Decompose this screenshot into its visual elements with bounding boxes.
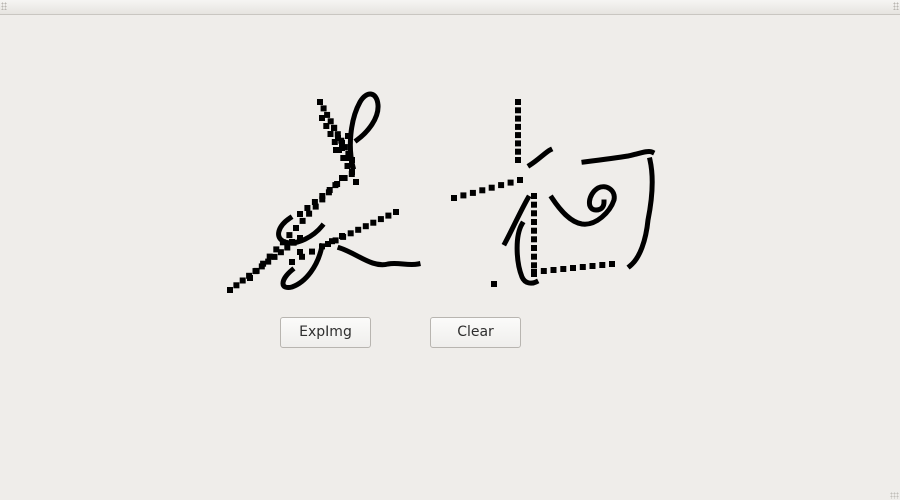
signature-dot	[297, 211, 303, 217]
left-grip-icon	[1, 2, 7, 10]
signature-dots	[227, 99, 615, 293]
signature-dot	[377, 216, 384, 223]
signature-dot	[347, 230, 354, 237]
signature-dot	[362, 223, 369, 230]
signature-dot	[393, 209, 399, 215]
signature-dot	[531, 269, 537, 275]
export-image-button[interactable]: ExpImg	[280, 317, 371, 348]
resize-grip-icon[interactable]	[890, 492, 899, 499]
signature-dot	[297, 235, 303, 241]
signature-dot	[284, 244, 291, 251]
signature-dot	[531, 210, 537, 217]
signature-dot	[277, 249, 284, 256]
signature-dot	[246, 272, 253, 279]
clear-button[interactable]: Clear	[430, 317, 521, 348]
signature-dot	[317, 99, 323, 105]
signature-dot	[326, 187, 333, 193]
signature-dot	[345, 133, 351, 139]
signature-dot	[531, 245, 537, 251]
signature-dot	[498, 182, 505, 189]
signature-dot	[329, 238, 335, 245]
signature-dot	[589, 263, 596, 269]
signature-dot	[609, 261, 615, 267]
signature-strokes	[276, 91, 656, 291]
signature-dot	[309, 248, 315, 255]
signature-dot	[385, 212, 392, 219]
signature-dot	[233, 282, 240, 289]
signature-dot	[531, 236, 537, 243]
signature-dot	[349, 157, 355, 163]
signature-canvas[interactable]	[0, 15, 900, 500]
signature-dot	[299, 217, 306, 224]
title-bar[interactable]	[0, 0, 900, 15]
signature-dot	[531, 201, 537, 208]
signature-dot	[341, 175, 348, 181]
signature-dot	[488, 184, 495, 191]
signature-dot	[515, 132, 521, 139]
signature-dot	[339, 233, 345, 239]
signature-dot	[531, 193, 537, 199]
signature-dot	[279, 239, 286, 246]
signature-dot	[515, 157, 521, 163]
signature-dot	[469, 189, 476, 196]
signature-dot	[304, 205, 311, 211]
signature-dot	[320, 105, 327, 112]
signature-dot	[334, 181, 341, 187]
signature-dot	[349, 169, 355, 175]
signature-dot	[507, 179, 514, 186]
signature-dot	[327, 131, 334, 137]
signature-dot	[515, 107, 521, 114]
signature-dot	[540, 268, 547, 274]
signature-dot	[227, 287, 233, 293]
signature-dot	[451, 195, 457, 201]
signature-dot	[239, 277, 246, 284]
signature-dot	[353, 179, 359, 185]
signature-dot	[531, 227, 537, 234]
signature-dot	[479, 187, 486, 194]
signature-dot	[306, 210, 313, 217]
signature-dot	[289, 259, 295, 265]
signature-dot	[252, 268, 259, 275]
signature-dot	[319, 193, 326, 199]
right-grip-icon	[893, 2, 899, 10]
signature-dot	[265, 258, 272, 265]
signature-dot	[323, 123, 330, 129]
signature-dot	[331, 125, 337, 131]
signature-dot	[319, 115, 325, 121]
signature-window: ExpImg Clear	[0, 0, 900, 500]
signature-dot	[271, 253, 278, 260]
signature-dot	[550, 267, 557, 273]
signature-dot	[460, 192, 467, 199]
signature-dot	[343, 155, 349, 161]
signature-dot	[319, 243, 325, 250]
signature-dot	[515, 99, 521, 105]
signature-dot	[333, 147, 339, 153]
signature-dot	[286, 232, 293, 239]
signature-dot	[491, 281, 497, 287]
signature-dot	[289, 239, 295, 245]
signature-dot	[531, 262, 537, 269]
signature-dot	[293, 225, 299, 231]
signature-dot	[560, 266, 567, 272]
signature-dot	[370, 219, 377, 226]
signature-dot	[515, 148, 521, 155]
signature-dot	[515, 115, 521, 122]
signature-dot	[531, 219, 537, 225]
signature-dot	[515, 140, 521, 147]
signature-dot	[258, 263, 265, 270]
signature-dot	[531, 253, 537, 260]
signature-dot	[311, 199, 318, 205]
signature-dot	[339, 140, 345, 146]
signature-dot	[579, 264, 586, 270]
signature-dot	[517, 177, 523, 183]
signature-dot	[570, 265, 576, 271]
signature-dot	[515, 123, 521, 130]
signature-dot	[297, 249, 303, 255]
signature-dot	[355, 226, 362, 233]
signature-dot	[344, 163, 351, 169]
signature-dot	[599, 262, 606, 268]
